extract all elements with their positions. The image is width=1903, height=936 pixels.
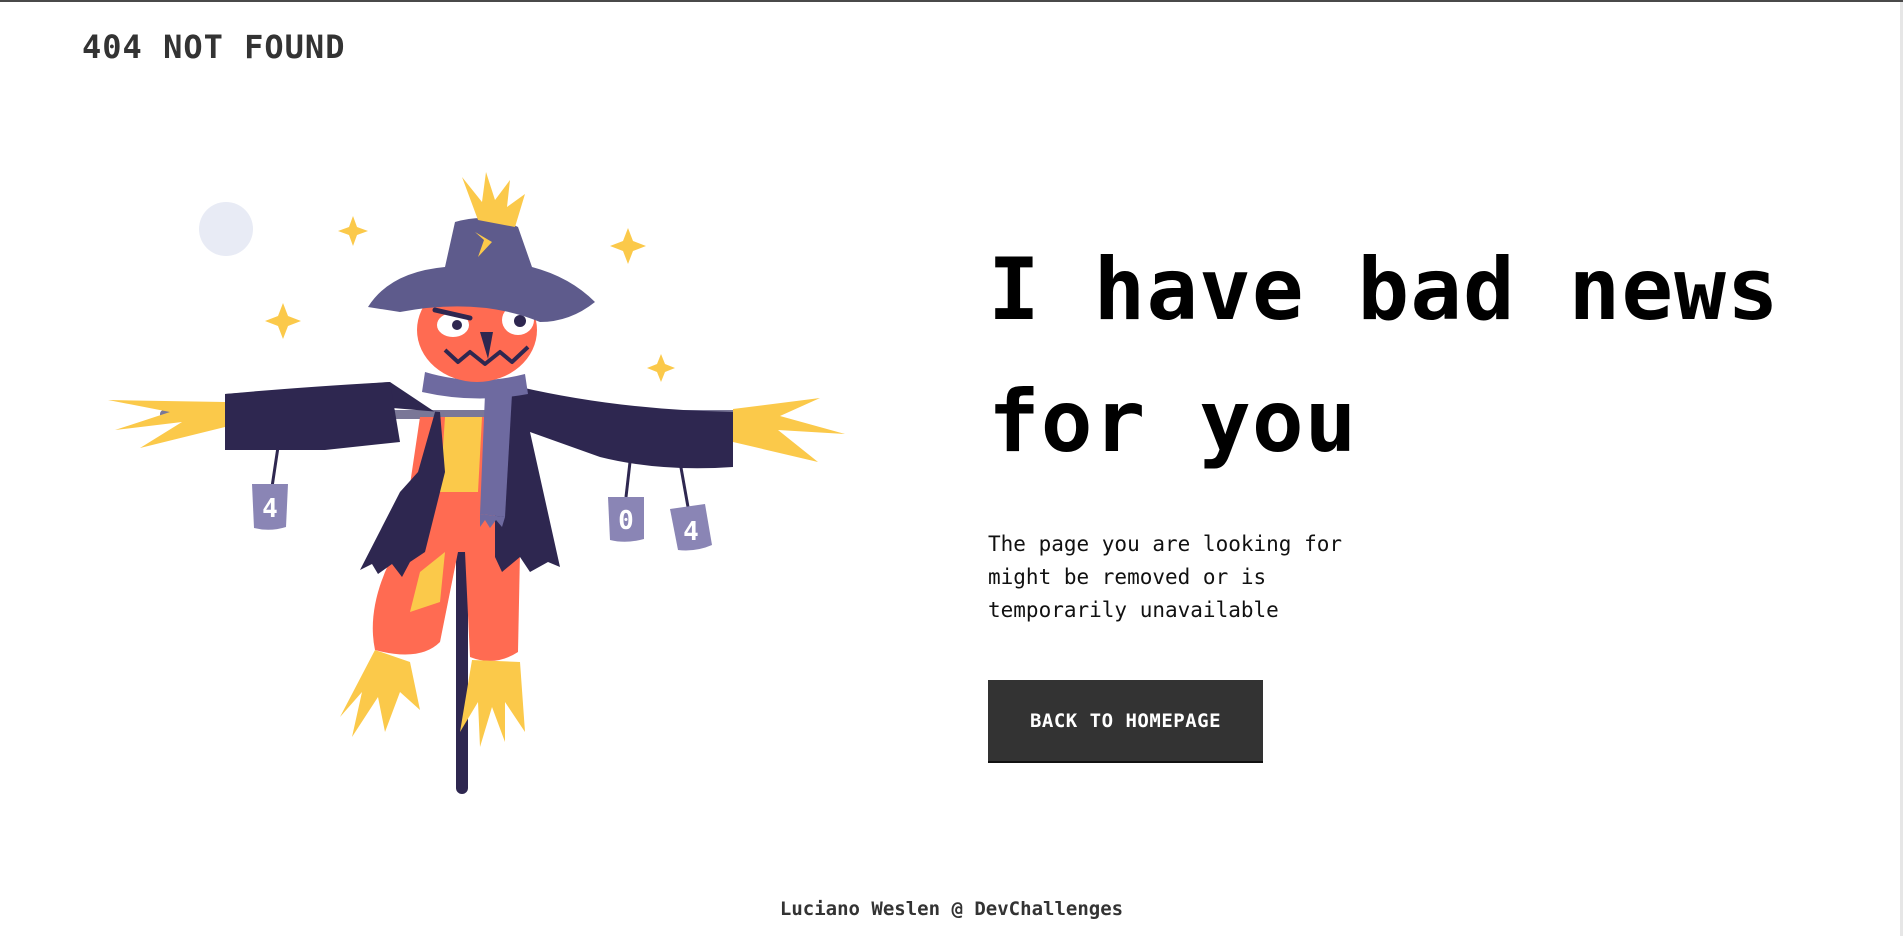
hand-straw-left bbox=[108, 400, 225, 448]
brand-title: 404 NOT FOUND bbox=[82, 28, 346, 66]
scarecrow-illustration: 4 0 4 bbox=[108, 172, 845, 794]
moon-icon bbox=[199, 202, 253, 256]
leg-right bbox=[465, 552, 520, 661]
footer-credit: Luciano Weslen @ DevChallenges bbox=[0, 898, 1903, 920]
can-right: 4 bbox=[670, 461, 712, 551]
hat bbox=[368, 218, 595, 322]
can-middle: 0 bbox=[608, 461, 644, 542]
hand-straw-right bbox=[733, 398, 845, 462]
back-to-homepage-button[interactable]: BACK TO HOMEPAGE bbox=[988, 680, 1263, 763]
foot-straw-left bbox=[340, 650, 420, 737]
footer-credit-link[interactable]: Luciano Weslen @ DevChallenges bbox=[780, 898, 1123, 920]
svg-text:4: 4 bbox=[683, 517, 699, 547]
svg-text:4: 4 bbox=[262, 494, 278, 524]
can-left: 4 bbox=[252, 446, 288, 530]
headline: I have bad news for you bbox=[988, 240, 1780, 472]
error-message: The page you are looking for might be re… bbox=[988, 532, 1343, 622]
foot-straw-right bbox=[460, 660, 525, 747]
page: 404 NOT FOUND 4 0 4 I have bad news for … bbox=[0, 0, 1903, 936]
svg-text:0: 0 bbox=[618, 506, 634, 536]
